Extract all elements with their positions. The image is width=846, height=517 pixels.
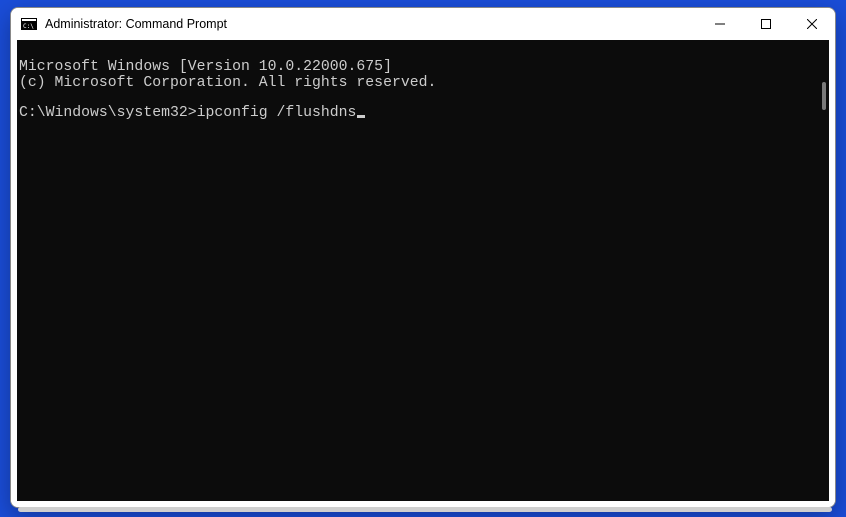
command-text: ipconfig /flushdns bbox=[197, 105, 357, 121]
title-bar[interactable]: C:\ Administrator: Command Prompt bbox=[11, 8, 835, 40]
vertical-scrollbar-thumb[interactable] bbox=[822, 82, 826, 110]
version-line: Microsoft Windows [Version 10.0.22000.67… bbox=[19, 60, 827, 76]
prompt-text: C:\Windows\system32> bbox=[19, 105, 197, 121]
close-button[interactable] bbox=[789, 8, 835, 40]
cursor bbox=[357, 115, 365, 118]
minimize-button[interactable] bbox=[697, 8, 743, 40]
window-controls bbox=[697, 8, 835, 40]
window-title: Administrator: Command Prompt bbox=[45, 17, 697, 31]
minimize-icon bbox=[715, 19, 725, 29]
maximize-icon bbox=[761, 19, 771, 29]
maximize-button[interactable] bbox=[743, 8, 789, 40]
terminal-container: Microsoft Windows [Version 10.0.22000.67… bbox=[11, 40, 835, 507]
close-icon bbox=[807, 19, 817, 29]
horizontal-scrollbar[interactable] bbox=[18, 507, 832, 512]
svg-text:C:\: C:\ bbox=[23, 23, 34, 30]
command-prompt-window: C:\ Administrator: Command Prompt Micros… bbox=[10, 7, 836, 508]
terminal-output[interactable]: Microsoft Windows [Version 10.0.22000.67… bbox=[17, 40, 829, 501]
prompt-line: C:\Windows\system32>ipconfig /flushdns bbox=[19, 106, 827, 122]
copyright-line: (c) Microsoft Corporation. All rights re… bbox=[19, 76, 827, 92]
app-icon: C:\ bbox=[21, 16, 37, 32]
